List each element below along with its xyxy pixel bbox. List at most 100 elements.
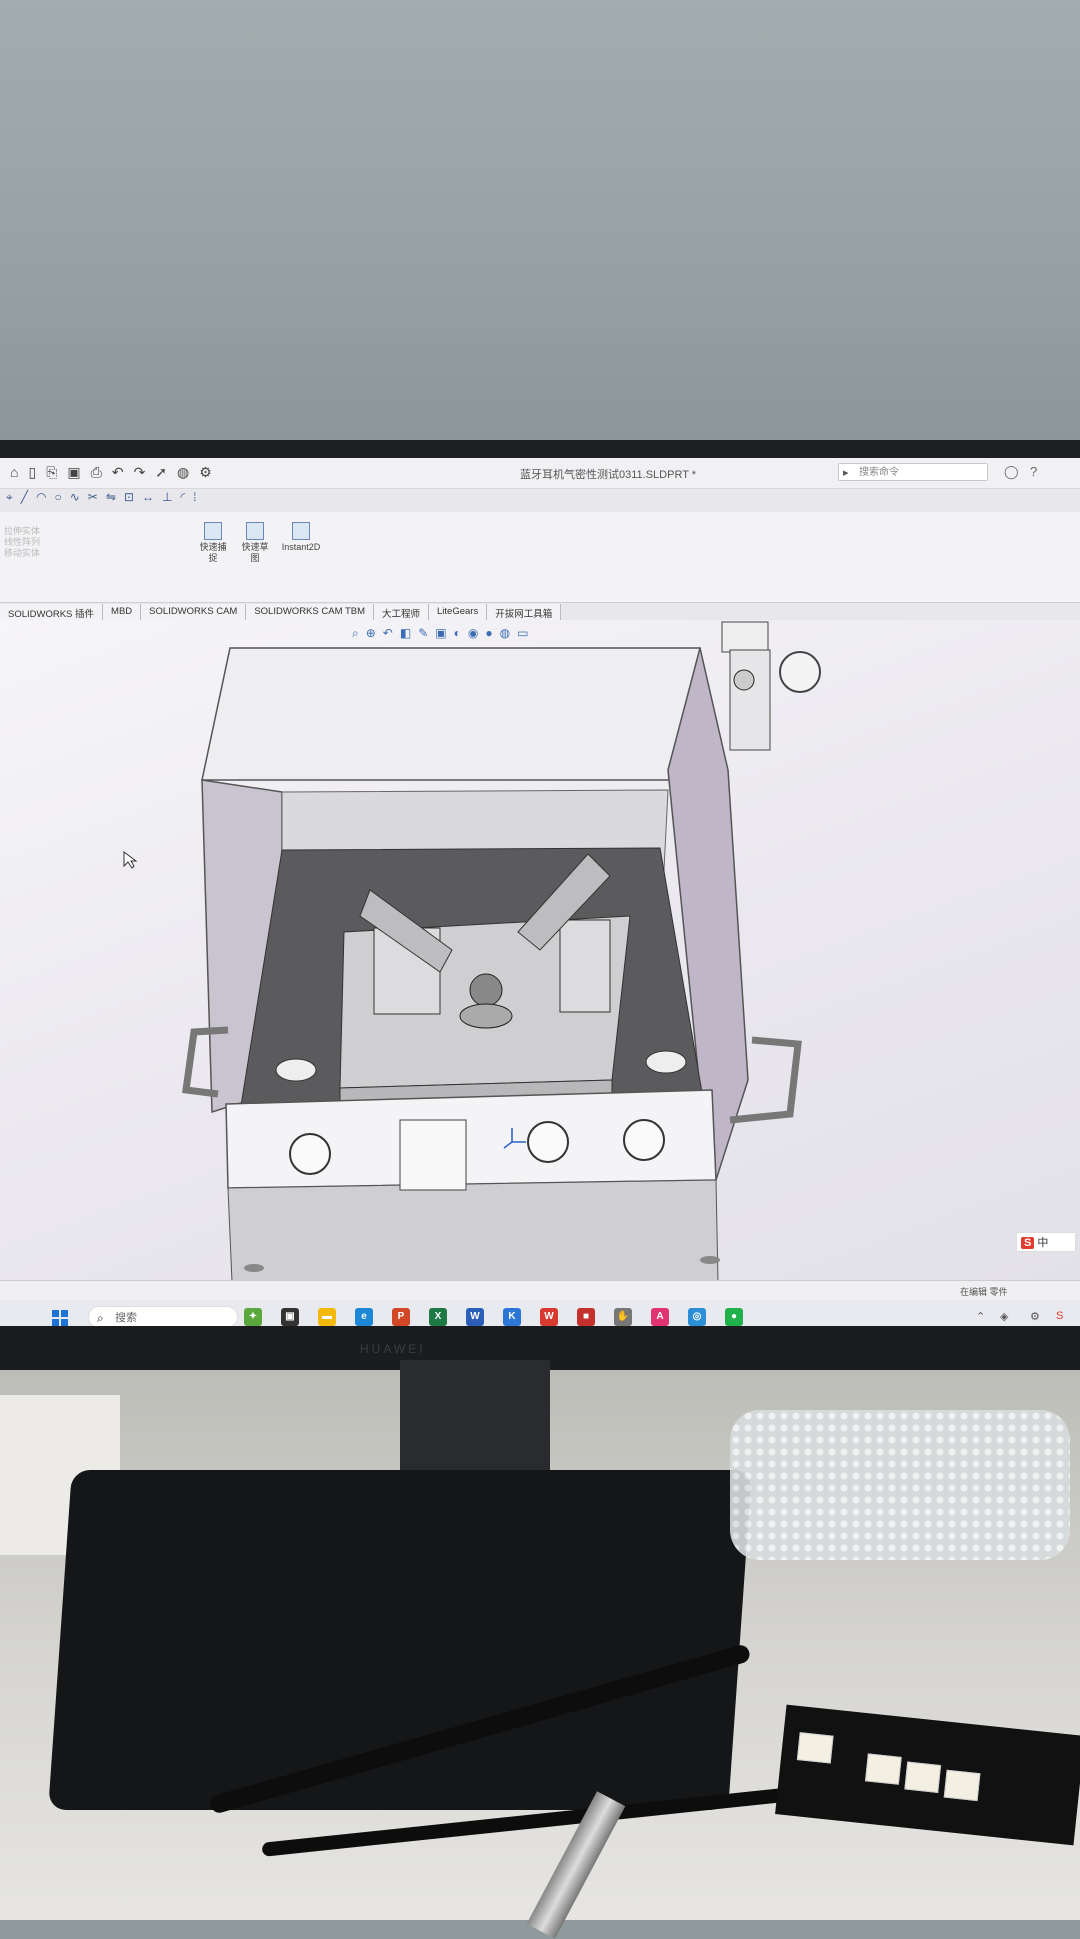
sketch-tool-icon[interactable]: ⌖ bbox=[6, 490, 13, 510]
offset-tool-icon[interactable]: ⊡ bbox=[124, 490, 134, 510]
knob-left bbox=[289, 1133, 331, 1175]
command-tabs: SOLIDWORKS 插件 MBD SOLIDWORKS CAM SOLIDWO… bbox=[0, 604, 562, 620]
home-icon[interactable]: ⌂ bbox=[10, 464, 18, 481]
trim-tool-icon[interactable]: ✂ bbox=[88, 490, 98, 510]
taskbar-wps-icon[interactable]: W bbox=[540, 1308, 558, 1326]
tray-ime-icon[interactable]: S bbox=[1056, 1310, 1063, 1322]
start-button[interactable] bbox=[52, 1310, 68, 1326]
ribbon-faded-item: 拉伸实体 bbox=[4, 526, 41, 536]
snap-icon bbox=[204, 522, 222, 540]
print-icon[interactable]: ⎙ bbox=[91, 464, 102, 481]
ime-indicator[interactable]: S中 bbox=[1016, 1232, 1076, 1252]
search-icon: ⌕ bbox=[97, 1311, 104, 1325]
tab-engineer[interactable]: 大工程师 bbox=[374, 604, 430, 620]
options-icon[interactable]: ⚙ bbox=[199, 464, 212, 481]
open-icon[interactable]: ⎘ bbox=[46, 464, 57, 481]
connector bbox=[796, 1732, 834, 1764]
tab-toolbox[interactable]: 开拔网工具箱 bbox=[487, 604, 562, 620]
taskbar-app-blue-icon[interactable]: K bbox=[503, 1308, 521, 1326]
ribbon-faded-item: 移动实体 bbox=[4, 548, 41, 558]
foot-right bbox=[700, 1256, 720, 1264]
taskbar-word-icon[interactable]: W bbox=[466, 1308, 484, 1326]
taskbar-edge-icon[interactable]: e bbox=[355, 1308, 373, 1326]
air-filter-regulator bbox=[721, 621, 821, 751]
relation-tool-icon[interactable]: ⊥ bbox=[162, 490, 172, 510]
ime-label: 中 bbox=[1037, 1237, 1049, 1249]
connector bbox=[943, 1769, 981, 1802]
tray-chevron-icon[interactable]: ⌃ bbox=[976, 1310, 985, 1323]
select-icon[interactable]: ➚ bbox=[155, 464, 167, 481]
ribbon-faded-group: 拉伸实体 线性阵列 移动实体 bbox=[4, 526, 40, 559]
new-file-icon[interactable]: ▯ bbox=[28, 464, 36, 481]
mirror-tool-icon[interactable]: ⇋ bbox=[106, 490, 116, 510]
taskbar-app-red-icon[interactable]: ■ bbox=[577, 1308, 595, 1326]
tab-litegears[interactable]: LiteGears bbox=[429, 604, 488, 620]
redo-icon[interactable]: ↷ bbox=[134, 464, 146, 481]
fillet-tool-icon[interactable]: ◜ bbox=[180, 490, 185, 510]
document-title: 蓝牙耳机气密性测试0311.SLDPRT * bbox=[520, 469, 697, 481]
taskbar-powerpoint-icon[interactable]: P bbox=[392, 1308, 410, 1326]
taskbar-app-pink-icon[interactable]: A bbox=[651, 1308, 669, 1326]
taskbar-search-input[interactable]: ⌕ 搜索 bbox=[88, 1306, 238, 1326]
pattern-tool-icon[interactable]: ⁞ bbox=[193, 490, 196, 510]
help-icon[interactable]: ? bbox=[1030, 464, 1037, 479]
command-search-input[interactable]: ▸ 搜索命令 bbox=[838, 463, 988, 481]
front-base bbox=[227, 1179, 719, 1280]
undo-icon[interactable]: ↶ bbox=[112, 464, 124, 481]
taskbar-excel-icon[interactable]: X bbox=[429, 1308, 447, 1326]
cad-model bbox=[123, 621, 821, 1280]
connector bbox=[904, 1761, 942, 1793]
sketch-toolbar: ⌖ ╱ ◠ ○ ∿ ✂ ⇋ ⊡ ↔ ⊥ ◜ ⁞ bbox=[0, 490, 446, 510]
tab-solidworks-cam-tbm[interactable]: SOLIDWORKS CAM TBM bbox=[246, 604, 374, 620]
status-bar: 在编辑 零件 bbox=[0, 1280, 1080, 1301]
taskbar-task-view-icon[interactable]: ▣ bbox=[281, 1308, 299, 1326]
rebuild-icon[interactable]: ◍ bbox=[177, 464, 189, 481]
arc-tool-icon[interactable]: ◠ bbox=[36, 490, 46, 510]
search-placeholder: 搜索命令 bbox=[859, 467, 899, 478]
tray-network-icon[interactable]: ◈ bbox=[1000, 1310, 1008, 1323]
user-icon[interactable]: ◯ bbox=[1004, 464, 1019, 480]
graphics-viewport[interactable]: ⌕ ⊕ ↶ ◧ ✎ ▣ ◐ ◉ ● ◍ ▭ S 中 bbox=[0, 620, 1080, 1280]
quick-access-toolbar: ⌂ ▯ ⎘ ▣ ⎙ ↶ ↷ ➚ ◍ ⚙ bbox=[10, 464, 212, 481]
connector bbox=[864, 1753, 902, 1785]
taskbar-app-tool-icon[interactable]: ✋ bbox=[614, 1308, 632, 1326]
taskbar-app-cyan-icon[interactable]: ◎ bbox=[688, 1308, 706, 1326]
line-tool-icon[interactable]: ╱ bbox=[21, 490, 28, 510]
ribbon-label: 快速草图 bbox=[241, 542, 269, 563]
sketch-icon bbox=[246, 522, 264, 540]
mouse-cursor-icon bbox=[123, 851, 138, 869]
tray-settings-icon[interactable]: ⚙ bbox=[1030, 1310, 1040, 1323]
bubble-wrap-bag bbox=[730, 1410, 1070, 1560]
pressure-display bbox=[399, 1119, 467, 1191]
ribbon-faded-item: 线性阵列 bbox=[4, 537, 41, 547]
taskbar-wechat-icon[interactable]: ● bbox=[725, 1308, 743, 1326]
tab-solidworks-cam[interactable]: SOLIDWORKS CAM bbox=[141, 604, 247, 620]
spline-tool-icon[interactable]: ∿ bbox=[70, 490, 80, 510]
taskbar-explorer-icon[interactable]: ▬ bbox=[318, 1308, 336, 1326]
terminal-icon: ▸ bbox=[843, 467, 849, 479]
ime-badge: S bbox=[1021, 1237, 1035, 1249]
knob-center bbox=[527, 1121, 569, 1163]
mounting-hole-right bbox=[645, 1050, 687, 1074]
monitor-brand-logo: HUAWEI bbox=[360, 1342, 426, 1356]
monitor-screen: ⌂ ▯ ⎘ ▣ ⎙ ↶ ↷ ➚ ◍ ⚙ 蓝牙耳机气密性测试0311.SLDPRT… bbox=[0, 458, 1080, 1326]
ribbon-label: 快速捕捉 bbox=[199, 542, 227, 563]
dimension-tool-icon[interactable]: ↔ bbox=[142, 490, 154, 510]
circle-tool-icon[interactable]: ○ bbox=[54, 490, 61, 510]
mounting-hole-left bbox=[275, 1058, 317, 1082]
taskbar-widgets-icon[interactable]: ✦ bbox=[244, 1308, 262, 1326]
title-bar: ⌂ ▯ ⎘ ▣ ⎙ ↶ ↷ ➚ ◍ ⚙ 蓝牙耳机气密性测试0311.SLDPRT… bbox=[0, 458, 1080, 489]
quick-sketch-button[interactable]: 快速草图 bbox=[238, 522, 272, 564]
quick-snap-button[interactable]: 快速捕捉 bbox=[196, 522, 230, 564]
save-icon[interactable]: ▣ bbox=[67, 464, 80, 481]
instant2d-button[interactable]: Instant2D bbox=[278, 522, 324, 553]
command-ribbon: 拉伸实体 线性阵列 移动实体 快速捕捉 快速草图 Instant2D bbox=[0, 512, 1080, 603]
tab-solidworks-addins[interactable]: SOLIDWORKS 插件 bbox=[0, 604, 104, 620]
monitor-bezel-top bbox=[0, 440, 1080, 460]
knob-right bbox=[623, 1119, 665, 1161]
ribbon-label: Instant2D bbox=[281, 542, 321, 552]
tab-mbd[interactable]: MBD bbox=[103, 604, 142, 620]
taskbar-search-label: 搜索 bbox=[115, 1312, 137, 1324]
instant2d-icon bbox=[292, 522, 310, 540]
monitor-stand bbox=[400, 1360, 550, 1470]
